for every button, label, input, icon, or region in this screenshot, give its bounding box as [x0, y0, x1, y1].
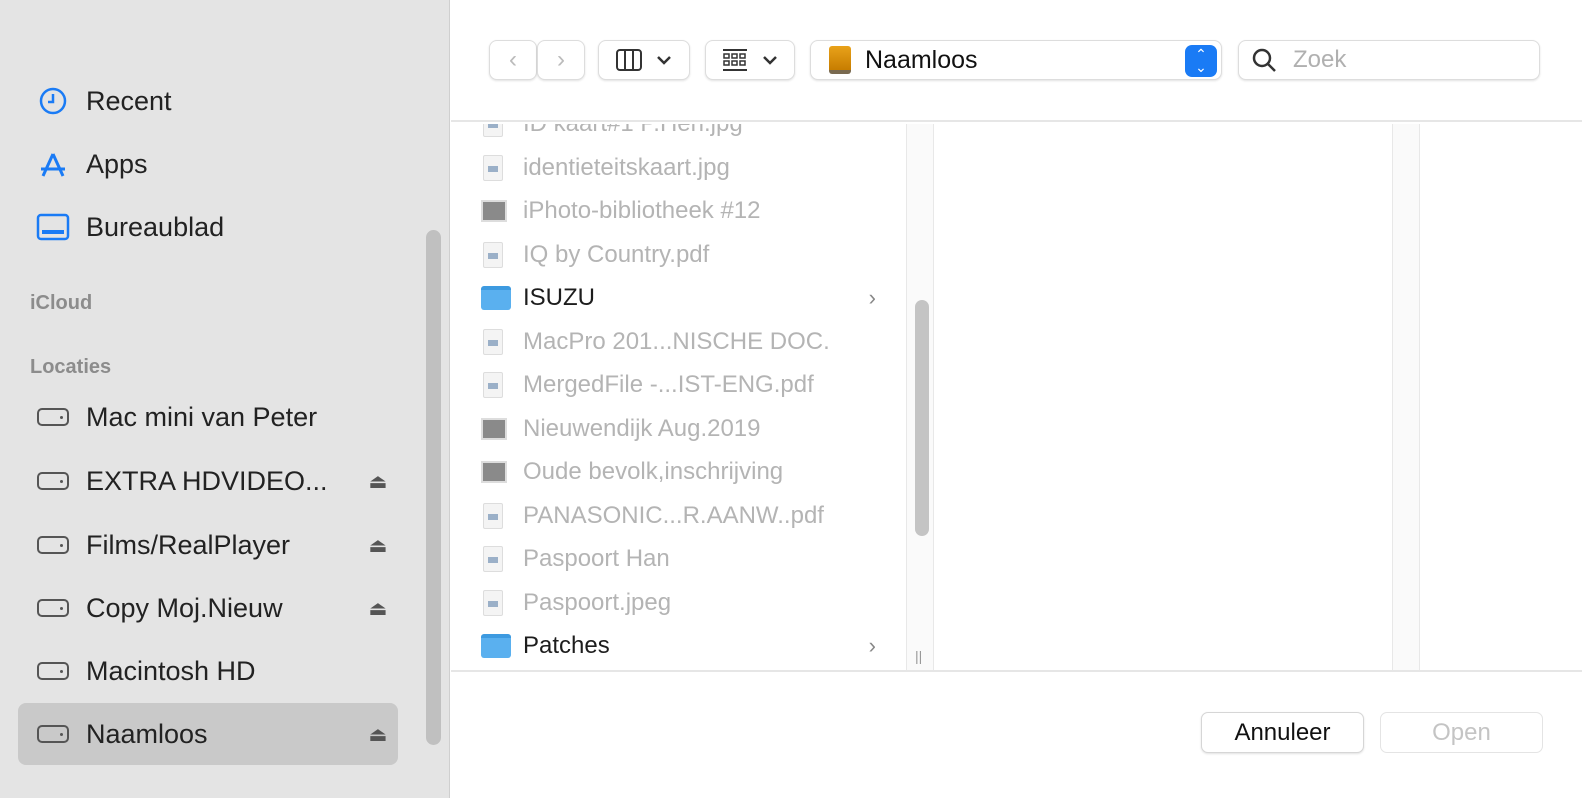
button-bar: Annuleer Open	[451, 670, 1582, 798]
apps-icon	[36, 151, 70, 177]
file-row[interactable]: iPhoto-bibliotheek #12	[451, 189, 906, 233]
chevron-left-icon: ‹	[509, 46, 517, 73]
search-icon	[1252, 48, 1276, 72]
chevron-down-icon	[657, 56, 671, 65]
chevron-right-icon: ›	[557, 46, 565, 73]
sidebar-item-extra-hdvideo[interactable]: EXTRA HDVIDEO... ⏏	[18, 450, 398, 512]
column-divider[interactable]	[1392, 124, 1420, 670]
document-icon	[483, 124, 503, 137]
file-row[interactable]: Nieuwendijk Aug.2019	[451, 407, 906, 451]
open-button[interactable]: Open	[1380, 712, 1543, 753]
file-name: Oude bevolk,inschrijving	[523, 458, 784, 485]
file-name: ID kaart#1 P.Hen.jpg	[523, 124, 743, 138]
sidebar-item-mac-mini[interactable]: Mac mini van Peter	[18, 386, 398, 448]
drive-icon	[37, 536, 69, 554]
search-placeholder: Zoek	[1293, 46, 1347, 73]
forward-button[interactable]: ›	[537, 40, 585, 80]
external-drive-icon	[829, 46, 851, 74]
columns-view-icon	[616, 49, 642, 71]
column-resize-grip[interactable]: ||	[915, 648, 922, 664]
file-column: ID kaart#1 P.Hen.jpg identieteitskaart.jp…	[451, 124, 906, 670]
sidebar-scrollbar[interactable]	[426, 230, 441, 745]
cancel-button[interactable]: Annuleer	[1201, 712, 1364, 753]
sidebar: Recent Apps Bureaublad iCloud Locaties M…	[0, 0, 450, 798]
toolbar: ‹ › Naamloos ⌃ ⌄ Zoek	[451, 0, 1582, 122]
eject-icon[interactable]: ⏏	[358, 533, 398, 558]
drive-icon	[37, 599, 69, 617]
document-icon	[483, 241, 503, 268]
desktop-icon	[36, 213, 70, 241]
file-name: MacPro 201...NISCHE DOC.	[523, 327, 830, 355]
section-header-locaties: Locaties	[30, 356, 112, 378]
file-name: PANASONIC...R.AANW..pdf	[523, 501, 824, 529]
sidebar-item-bureaublad[interactable]: Bureaublad	[18, 196, 398, 258]
file-row[interactable]: MergedFile -...IST-ENG.pdf	[451, 363, 906, 407]
up-down-chevron-icon: ⌃ ⌄	[1185, 45, 1217, 77]
file-row[interactable]: ID kaart#1 P.Hen.jpg	[451, 124, 906, 146]
image-icon	[481, 200, 507, 222]
document-icon	[483, 154, 503, 181]
group-button[interactable]	[705, 40, 795, 80]
file-name: identieteitskaart.jpg	[523, 153, 730, 181]
eject-icon[interactable]: ⏏	[358, 596, 398, 621]
file-name: ISUZU	[523, 284, 595, 311]
file-name: Paspoort.jpeg	[523, 588, 672, 616]
search-field[interactable]: Zoek	[1238, 40, 1540, 80]
file-row[interactable]: PANASONIC...R.AANW..pdf	[451, 494, 906, 538]
document-icon	[483, 328, 503, 355]
document-icon	[483, 589, 503, 616]
file-name: iPhoto-bibliotheek #12	[523, 197, 761, 224]
clock-icon	[36, 87, 70, 115]
file-name: Patches	[523, 632, 610, 659]
folder-icon	[481, 634, 511, 658]
grid-group-icon	[723, 49, 747, 71]
file-name: Paspoort Han	[523, 545, 670, 572]
file-row[interactable]: identieteitskaart.jpg	[451, 146, 906, 190]
file-row[interactable]: IQ by Country.pdf	[451, 233, 906, 277]
chevron-down-icon	[763, 56, 777, 65]
file-row[interactable]: Patches ›	[451, 624, 906, 668]
sidebar-item-copy-moj-nieuw[interactable]: Copy Moj.Nieuw ⏏	[18, 577, 398, 639]
file-name: MergedFile -...IST-ENG.pdf	[523, 371, 814, 398]
computer-icon	[37, 408, 69, 426]
chevron-right-icon: ›	[868, 285, 876, 310]
sidebar-item-films-realplayer[interactable]: Films/RealPlayer ⏏	[18, 514, 398, 576]
file-name: Nieuwendijk Aug.2019	[523, 414, 761, 442]
section-header-icloud: iCloud	[30, 292, 93, 314]
file-name: IQ by Country.pdf	[523, 240, 710, 268]
eject-icon[interactable]: ⏏	[358, 722, 398, 747]
image-icon	[481, 461, 507, 483]
eject-icon[interactable]: ⏏	[358, 469, 398, 494]
view-mode-button[interactable]	[598, 40, 690, 80]
sidebar-item-naamloos[interactable]: Naamloos ⏏	[18, 703, 398, 765]
document-icon	[483, 372, 503, 398]
folder-icon	[481, 286, 511, 310]
sidebar-item-recent[interactable]: Recent	[18, 70, 398, 132]
file-column-scrollbar[interactable]	[915, 300, 929, 536]
drive-icon	[37, 725, 69, 743]
sidebar-item-apps[interactable]: Apps	[18, 133, 398, 195]
document-icon	[483, 502, 503, 529]
location-popup[interactable]: Naamloos ⌃ ⌄	[810, 40, 1222, 80]
file-row[interactable]: Paspoort.jpeg	[451, 581, 906, 625]
chevron-right-icon: ›	[868, 633, 876, 658]
file-row[interactable]: Paspoort Han	[451, 537, 906, 581]
internal-drive-icon	[37, 662, 69, 680]
sidebar-item-macintosh-hd[interactable]: Macintosh HD	[18, 640, 398, 702]
image-icon	[481, 417, 507, 440]
column-divider[interactable]: ||	[906, 124, 934, 670]
file-row[interactable]: MacPro 201...NISCHE DOC.	[451, 320, 906, 364]
file-row[interactable]: Oude bevolk,inschrijving	[451, 450, 906, 494]
file-row[interactable]: ISUZU ›	[451, 276, 906, 320]
document-icon	[483, 546, 503, 572]
drive-icon	[37, 472, 69, 490]
back-button[interactable]: ‹	[489, 40, 537, 80]
